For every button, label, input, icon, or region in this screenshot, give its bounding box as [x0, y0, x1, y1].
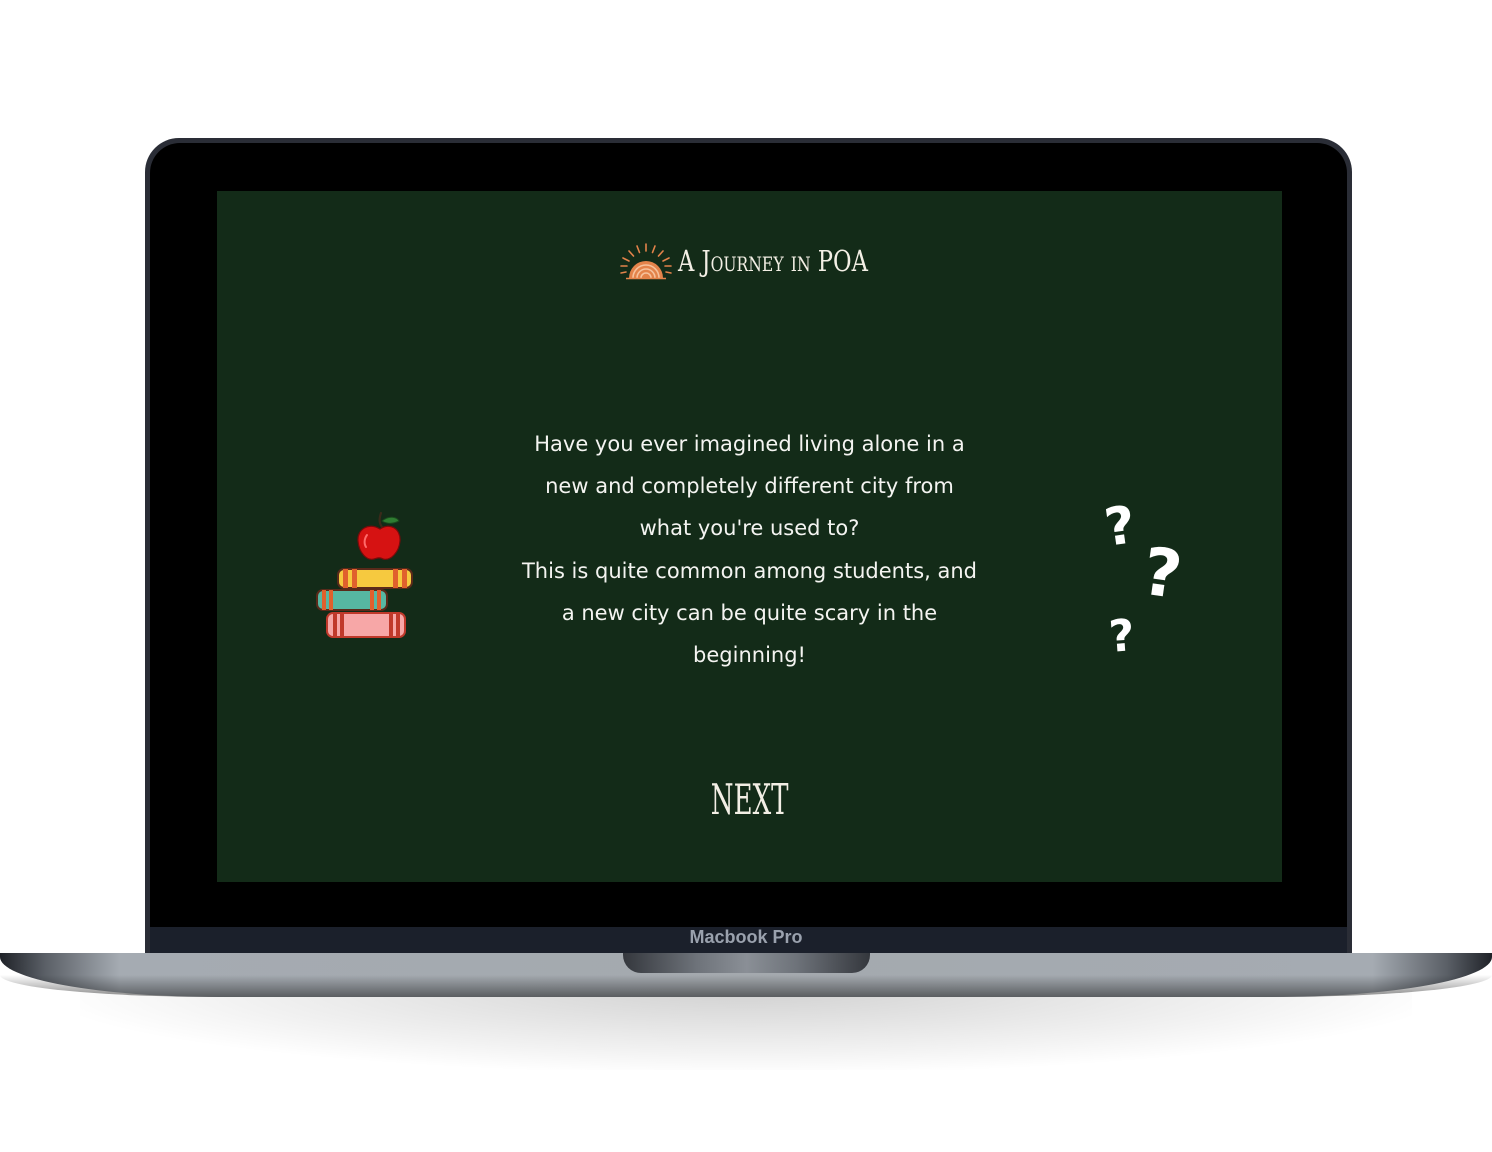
next-button[interactable]: NEXT [217, 775, 1282, 824]
intro-line: This is quite common among students, and [521, 558, 978, 583]
intro-line: what you're used to? [639, 516, 860, 541]
device-brand-label: Macbook Pro [689, 927, 803, 947]
laptop-shadow [80, 990, 1412, 1070]
question-mark-large: ? [1137, 532, 1187, 615]
laptop-notch [623, 953, 870, 973]
intro-line: new and completely different city from [545, 474, 954, 499]
site-title: A Journey in POA [677, 244, 868, 278]
question-mark-small-top: ? [1100, 495, 1140, 559]
intro-line: Have you ever imagined living alone in a [534, 432, 965, 456]
books-apple-icon [316, 511, 413, 638]
next-button-label: NEXT [710, 775, 789, 824]
laptop-base-shade [0, 975, 1492, 997]
sunrise-icon [619, 243, 672, 280]
question-mark-small-bottom: ? [1107, 610, 1137, 663]
question-marks-icon: ? ? ? [1097, 495, 1197, 663]
screen-display: A Journey in POA Have you ever imagined … [217, 191, 1282, 882]
site-header: A Journey in POA [217, 241, 1282, 281]
intro-paragraph: Have you ever imagined living alone in a… [487, 423, 1012, 676]
intro-line: a new city can be quite scary in the [561, 600, 938, 625]
laptop-mockup: Macbook Pro A Journey in POA Have you ev… [0, 0, 1492, 1152]
intro-line: beginning! [693, 643, 806, 668]
